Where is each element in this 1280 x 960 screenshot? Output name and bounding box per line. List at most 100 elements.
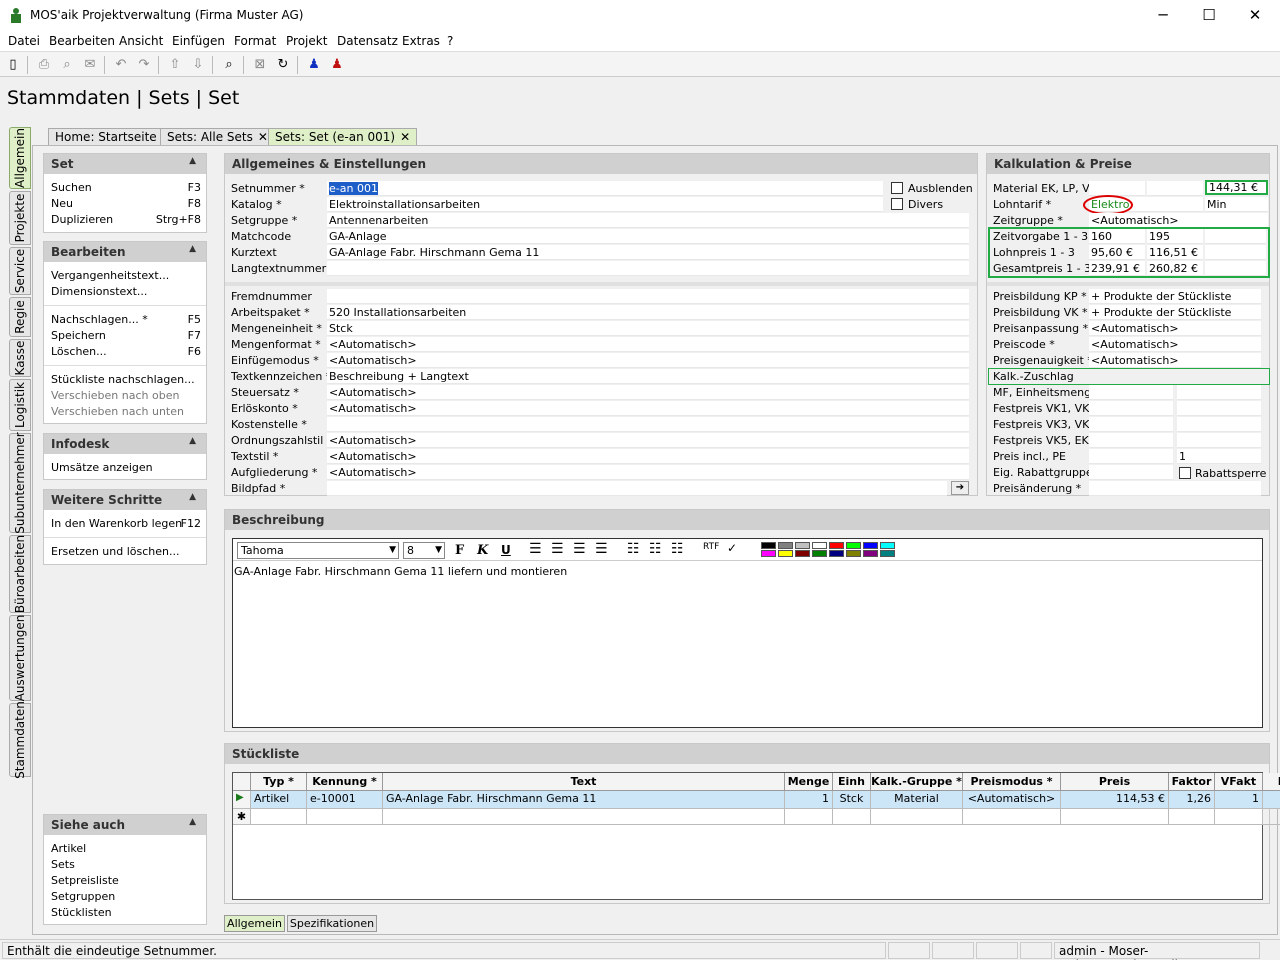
link-artikel[interactable]: Artikel [51,842,86,855]
user-red-icon[interactable]: ♟ [328,56,346,74]
align-right-icon[interactable]: ☰ [573,541,586,558]
tab-set[interactable]: Sets: Set (e-an 001) ✕ [268,128,418,145]
field-input[interactable]: GA-Anlage Fabr. Hirschmann Gema 11 [327,245,969,260]
field-input[interactable] [1177,433,1261,448]
nachschlagen-action[interactable]: Nachschlagen... * F5 [51,313,201,326]
column-header[interactable]: Einh [833,773,871,791]
table-cell[interactable] [307,809,383,825]
bottom-tab-spezifikationen[interactable]: Spezifikationen [287,915,377,932]
arrow-up-icon[interactable]: ⇧ [166,56,184,74]
field-input[interactable] [1089,385,1173,400]
field-input[interactable] [1089,449,1173,464]
table-cell[interactable] [963,809,1061,825]
table-cell[interactable]: 114,53 € [1061,791,1169,809]
collapse-icon[interactable]: ▲ [189,156,196,166]
link-setpreisliste[interactable]: Setpreisliste [51,874,119,887]
color-swatch[interactable] [812,550,827,557]
color-swatch[interactable] [863,550,878,557]
zeitvorgabe-2[interactable]: 195 [1147,229,1203,244]
collapse-icon[interactable]: ▲ [189,244,196,254]
menu-bearbeiten[interactable]: Bearbeiten [49,34,115,48]
vergangenheitstext-action[interactable]: Vergangenheitstext... [51,269,169,282]
zeitvorgabe-1[interactable]: 160 [1089,229,1145,244]
print-preview-icon[interactable]: ⌕ [58,56,76,74]
link-sets[interactable]: Sets [51,858,75,871]
divers-checkbox[interactable] [891,198,903,210]
color-swatch[interactable] [829,542,844,549]
material-lp-field[interactable] [1147,181,1203,196]
table-cell[interactable]: 1 [1215,791,1263,809]
menu-format[interactable]: Format [234,34,276,48]
neu-action[interactable]: Neu F8 [51,197,201,210]
suchen-action[interactable]: Suchen F3 [51,181,201,194]
column-header[interactable]: Menge [785,773,833,791]
column-header[interactable]: Faktor [1169,773,1215,791]
collapse-icon[interactable]: ▲ [189,817,196,827]
column-header[interactable]: Preismodus * [963,773,1061,791]
cancel-icon[interactable]: ⊠ [251,56,269,74]
color-swatch[interactable] [778,550,793,557]
table-cell[interactable] [833,809,871,825]
table-cell[interactable]: 1 [785,791,833,809]
vtab-stammdaten[interactable]: Stammdaten [9,701,31,779]
field-input[interactable] [1089,417,1173,432]
field-input[interactable]: Beschreibung + Langtext [327,369,969,384]
stueckliste-nachschlagen-action[interactable]: Stückliste nachschlagen... [51,373,195,386]
color-swatch[interactable] [880,542,895,549]
outdent-icon[interactable]: ☷ [649,541,662,558]
rtf-icon[interactable]: RTF [703,542,719,559]
color-swatch[interactable] [863,542,878,549]
table-cell[interactable] [1169,809,1215,825]
color-swatch[interactable] [778,542,793,549]
vtab-logistik[interactable]: Logistik [9,379,31,431]
bottom-tab-allgemein[interactable]: Allgemein [224,915,285,932]
field-input[interactable] [327,481,947,496]
field-input[interactable]: 1 [1177,449,1261,464]
verschieben-unten-action[interactable]: Verschieben nach unten [51,405,184,418]
vtab-service[interactable]: Service [9,247,31,295]
field-input[interactable] [1177,401,1261,416]
field-input[interactable]: e-an 001 [327,181,883,196]
material-vk-field[interactable]: 144,31 € [1205,180,1268,195]
rabattsperre-checkbox[interactable] [1179,467,1191,479]
field-input[interactable]: <Automatisch> [327,337,969,352]
verschieben-oben-action[interactable]: Verschieben nach oben [51,389,179,402]
minimize-button[interactable]: ─ [1140,0,1186,31]
column-header[interactable]: Text [383,773,785,791]
new-row-icon[interactable]: ✱ [233,809,251,825]
bullet-list-icon[interactable]: ☷ [627,541,640,558]
size-select[interactable]: 8 ▼ [403,542,445,559]
color-swatch[interactable] [761,550,776,557]
column-header[interactable]: Typ * [251,773,307,791]
field-input[interactable]: <Automatisch> [327,465,969,480]
field-input[interactable]: Antennenarbeiten [327,213,969,228]
color-swatch[interactable] [829,550,844,557]
vtab-bueroarbeiten[interactable]: Büroarbeiten [9,535,31,613]
table-cell[interactable]: 1 [1263,791,1280,809]
field-input[interactable]: + Produkte der Stückliste [1089,305,1261,320]
column-header[interactable]: Kennung * [307,773,383,791]
field-input[interactable]: <Automatisch> [327,401,969,416]
table-cell[interactable] [1263,809,1280,825]
vtab-allgemein[interactable]: Allgemein [9,127,31,189]
menu-projekt[interactable]: Projekt [286,34,327,48]
field-input[interactable] [1089,481,1261,496]
italic-button[interactable]: K [477,543,488,560]
warenkorb-action[interactable]: In den Warenkorb legen F12 [51,517,201,530]
vtab-kasse[interactable]: Kasse [9,339,31,377]
field-input[interactable]: <Automatisch> [327,385,969,400]
collapse-icon[interactable]: ▲ [189,436,196,446]
field-input[interactable]: <Automatisch> [1089,337,1261,352]
indent-icon[interactable]: ☷ [671,541,684,558]
menu-einfuegen[interactable]: Einfügen [172,34,225,48]
tab-home[interactable]: Home: Startseite [48,128,164,145]
field-input[interactable] [1089,433,1173,448]
material-ek-field[interactable] [1089,181,1145,196]
field-input[interactable] [1177,385,1261,400]
speichern-action[interactable]: Speichern F7 [51,329,201,342]
color-swatch[interactable] [795,550,810,557]
align-center-icon[interactable]: ☰ [551,541,564,558]
field-input[interactable]: Elektroinstallationsarbeiten [327,197,883,212]
table-cell[interactable] [1061,809,1169,825]
loeschen-action[interactable]: Löschen... F6 [51,345,201,358]
